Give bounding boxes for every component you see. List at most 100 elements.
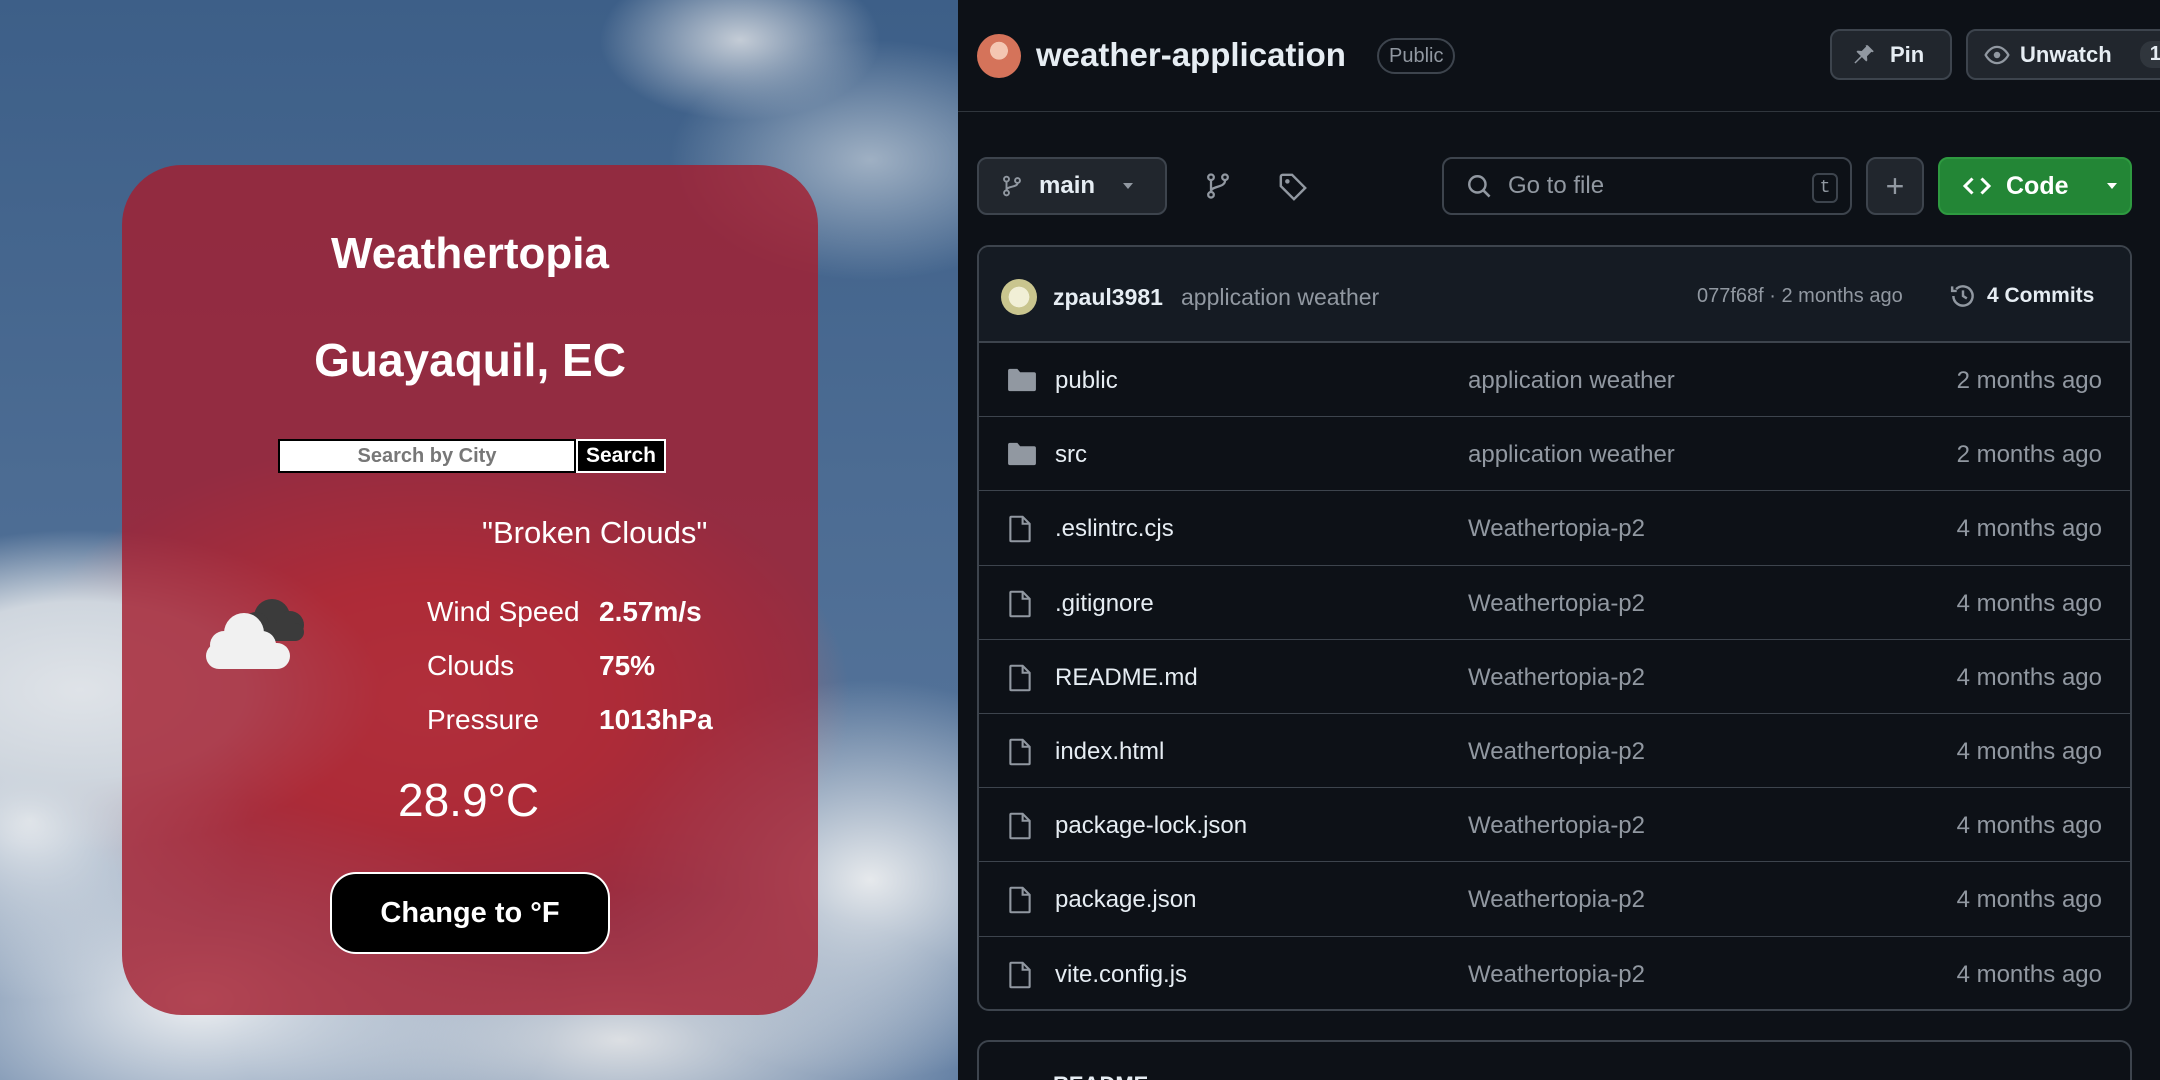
file-date: 4 months ago [1956,515,2102,543]
repo-name[interactable]: weather-application [1036,36,1346,74]
file-date: 2 months ago [1956,441,2102,469]
file-commit-message[interactable]: Weathertopia-p2 [1468,886,1645,914]
file-browser: zpaul3981 application weather 077f68f · … [977,245,2132,1011]
file-commit-message[interactable]: Weathertopia-p2 [1468,738,1645,766]
pin-icon [1854,44,1874,64]
file-name[interactable]: package.json [1055,886,1196,914]
folder-icon [1007,367,1037,398]
file-name[interactable]: .eslintrc.cjs [1055,515,1174,543]
readme-heading: README [1053,1072,1148,1080]
owner-avatar[interactable] [977,34,1021,78]
file-row[interactable]: package-lock.json Weathertopia-p2 4 months… [979,788,2130,863]
temperature: 28.9°C [398,774,540,826]
file-row[interactable]: package.json Weathertopia-p2 4 months ago [979,862,2130,937]
unwatch-button[interactable]: Unwatch 1 [1966,29,2160,80]
file-name[interactable]: package-lock.json [1055,812,1247,840]
github-repo-pane: weather-application Public Pin Unwatch 1… [958,0,2160,1080]
add-file-button[interactable]: + [1866,157,1924,215]
stat-wind-speed: Wind Speed 2.57m/s [427,585,713,639]
file-row[interactable]: src application weather 2 months ago [979,417,2130,492]
file-name[interactable]: .gitignore [1055,590,1154,618]
weather-description: "Broken Clouds" [482,515,708,550]
commit-author-avatar[interactable] [1001,279,1037,315]
file-date: 2 months ago [1956,367,2102,394]
file-commit-message[interactable]: Weathertopia-p2 [1468,664,1645,692]
file-row[interactable]: public application weather 2 months ago [979,343,2130,418]
file-date: 4 months ago [1956,663,2102,691]
file-name[interactable]: index.html [1055,738,1164,766]
commit-hash-time[interactable]: 077f68f · 2 months ago [1697,285,1903,308]
shortcut-key: t [1812,173,1838,203]
eye-icon [1984,45,2010,64]
file-name[interactable]: src [1055,441,1087,469]
file-commit-message[interactable]: application weather [1468,441,1675,469]
pin-label: Pin [1890,41,1925,67]
file-icon [1007,961,1033,994]
visibility-badge: Public [1377,38,1456,74]
file-icon [1007,664,1033,697]
readme-panel: README [977,1040,2132,1080]
latest-commit-bar: zpaul3981 application weather 077f68f · … [979,247,2130,343]
file-icon [1007,515,1033,548]
file-row[interactable]: .gitignore Weathertopia-p2 4 months ago [979,566,2130,640]
stat-label: Wind Speed [427,596,580,627]
search-button[interactable]: Search [576,439,666,473]
stat-pressure: Pressure 1013hPa [427,693,713,747]
unwatch-label: Unwatch [2020,41,2112,67]
weather-card: Weathertopia Guayaquil, EC Search "Broke… [122,165,818,1015]
git-branch-icon [1003,175,1021,197]
code-label: Code [2006,171,2069,200]
weather-stats: Wind Speed 2.57m/s Clouds 75% Pressure 1… [427,585,713,747]
file-date: 4 months ago [1956,589,2102,617]
file-icon [1007,886,1033,919]
file-commit-message[interactable]: Weathertopia-p2 [1468,961,1645,989]
file-commit-message[interactable]: Weathertopia-p2 [1468,590,1645,618]
stat-value: 75% [599,650,656,681]
file-commit-message[interactable]: Weathertopia-p2 [1468,812,1645,840]
file-icon [1007,812,1033,845]
file-name[interactable]: README.md [1055,664,1198,692]
commit-message[interactable]: application weather [1181,284,1379,311]
file-icon [1007,738,1033,771]
caret-down-icon [1123,183,1134,189]
file-icon [1007,590,1033,623]
commit-author[interactable]: zpaul3981 [1053,284,1163,311]
branches-icon[interactable] [1204,172,1232,200]
file-date: 4 months ago [1956,737,2102,765]
change-unit-button[interactable]: Change to °F [330,872,610,954]
stat-label: Pressure [427,704,540,735]
code-button[interactable]: Code [1938,157,2132,215]
pin-button[interactable]: Pin [1830,29,1952,80]
city-search-form: Search [278,439,666,473]
caret-down-icon [2106,183,2117,189]
file-name[interactable]: public [1055,367,1118,395]
search-icon [1468,175,1491,198]
file-date: 4 months ago [1956,886,2102,914]
file-date: 4 months ago [1956,960,2102,988]
watch-count: 1 [2139,41,2160,68]
commits-history-link[interactable]: 4 Commits [1949,282,2094,310]
file-row[interactable]: .eslintrc.cjs Weathertopia-p2 4 months ago [979,491,2130,566]
stat-clouds: Clouds 75% [427,639,713,693]
app-title: Weathertopia [331,229,609,278]
city-search-input[interactable] [278,439,576,473]
branch-selector[interactable]: main [977,157,1167,215]
file-name[interactable]: vite.config.js [1055,961,1187,989]
city-name: Guayaquil, EC [314,334,626,386]
repo-header: weather-application Public Pin Unwatch 1 [958,0,2160,112]
broken-clouds-icon [206,599,304,669]
go-to-file-input[interactable] [1508,172,1798,200]
file-commit-message[interactable]: Weathertopia-p2 [1468,515,1645,543]
code-icon [1962,177,1992,195]
file-row[interactable]: vite.config.js Weathertopia-p2 4 months ag… [979,937,2130,1010]
commits-count-label: 4 Commits [1987,284,2095,307]
stat-value: 1013hPa [599,704,713,735]
file-row[interactable]: README.md Weathertopia-p2 4 months ago [979,640,2130,714]
go-to-file-box[interactable]: t [1442,157,1852,215]
branch-name: main [1039,172,1096,199]
file-commit-message[interactable]: application weather [1468,367,1675,395]
stat-value: 2.57m/s [599,596,702,627]
file-list: public application weather 2 months ago src… [979,343,2130,1010]
file-row[interactable]: index.html Weathertopia-p2 4 months ago [979,714,2130,789]
tag-icon[interactable] [1278,172,1308,202]
